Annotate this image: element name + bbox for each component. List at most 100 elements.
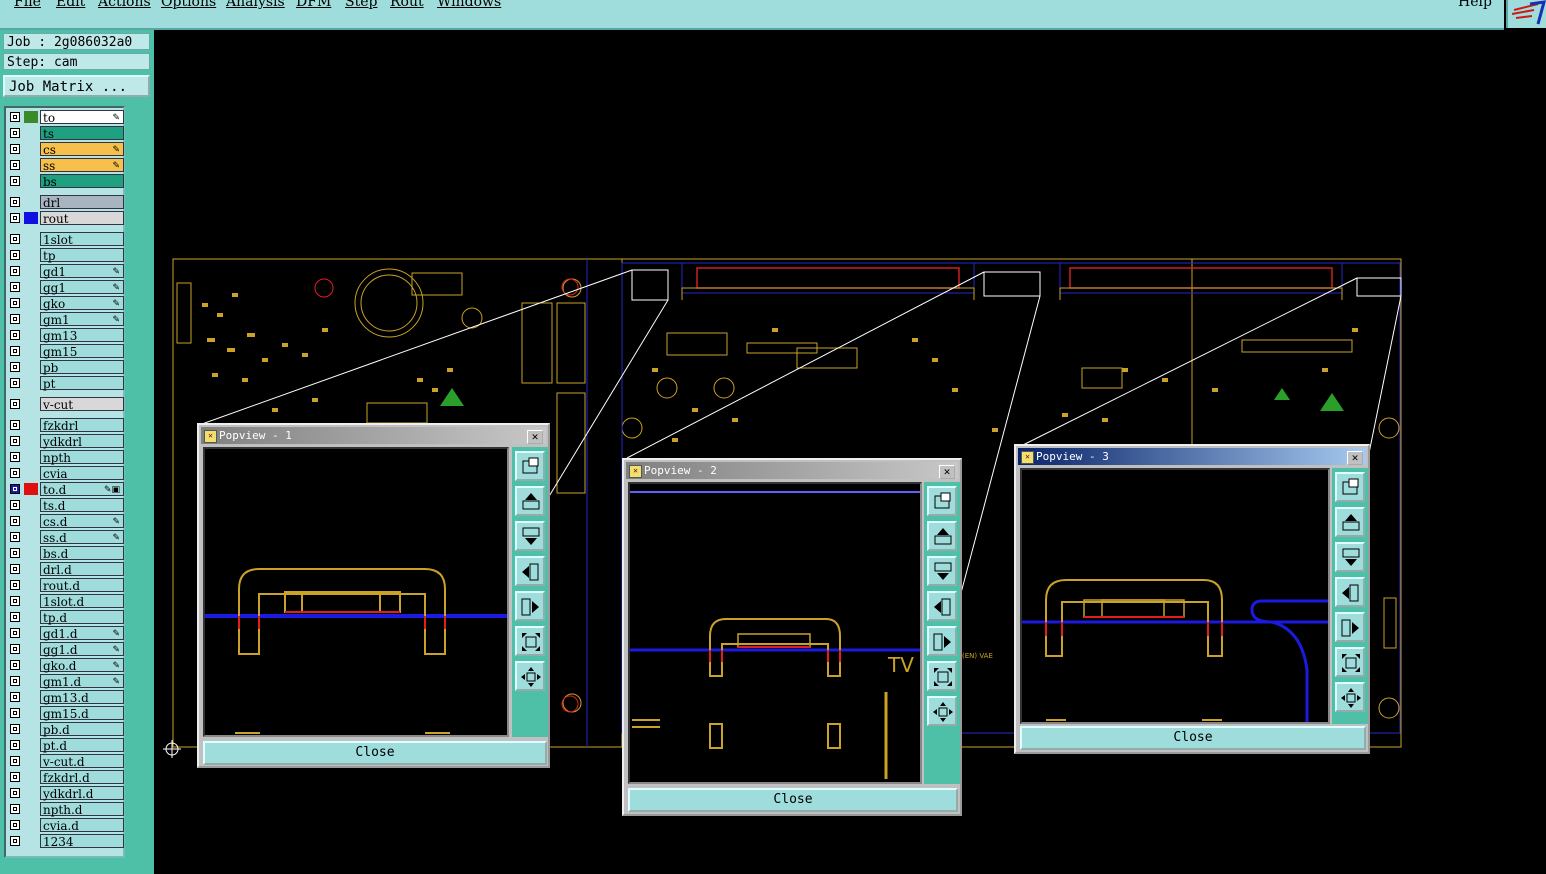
layer-name[interactable]: npth — [40, 450, 124, 465]
layer-checkbox[interactable] — [10, 500, 20, 510]
layer-row-rout[interactable]: rout — [6, 211, 124, 226]
pan-left-button[interactable] — [927, 591, 957, 621]
layer-row-tp.d[interactable]: tp.d — [6, 610, 124, 625]
layer-row-fzkdrl[interactable]: fzkdrl — [6, 418, 124, 433]
zoom-out-button[interactable] — [927, 696, 957, 726]
menu-step[interactable]: Step — [345, 0, 377, 10]
zoom-in-button[interactable] — [927, 661, 957, 691]
layer-checkbox[interactable] — [10, 644, 20, 654]
layer-checkbox[interactable] — [10, 436, 20, 446]
layer-row-pt[interactable]: pt — [6, 376, 124, 391]
menu-dfm[interactable]: DFM — [296, 0, 331, 10]
layer-name[interactable]: gg1.d ✎ — [40, 642, 124, 657]
layer-name[interactable]: cvia — [40, 466, 124, 481]
layer-name[interactable]: 1slot.d — [40, 594, 124, 609]
pan-right-button[interactable] — [515, 591, 545, 621]
layer-row-gko.d[interactable]: gko.d ✎ — [6, 658, 124, 673]
layer-row-drl[interactable]: drl — [6, 195, 124, 210]
layer-row-gko[interactable]: gko ✎ — [6, 296, 124, 311]
layer-name[interactable]: gko.d ✎ — [40, 658, 124, 673]
layer-checkbox[interactable] — [10, 282, 20, 292]
layer-row-cvia.d[interactable]: cvia.d — [6, 818, 124, 833]
layer-name[interactable]: fzkdrl.d — [40, 770, 124, 785]
layer-name[interactable]: cvia.d — [40, 818, 124, 833]
layer-checkbox[interactable] — [10, 660, 20, 670]
layer-name[interactable]: to ✎ — [40, 110, 124, 125]
layer-row-gm13.d[interactable]: gm13.d — [6, 690, 124, 705]
popview-3-canvas[interactable] — [1020, 468, 1330, 724]
layer-checkbox[interactable] — [10, 836, 20, 846]
pan-left-button[interactable] — [1335, 577, 1365, 607]
pan-left-button[interactable] — [515, 556, 545, 586]
layer-checkbox[interactable] — [10, 112, 20, 122]
layer-name[interactable]: pb.d — [40, 722, 124, 737]
layer-checkbox[interactable] — [10, 266, 20, 276]
popview-2-titlebar[interactable]: ✕ Popview - 2 ✕ — [626, 462, 958, 479]
layer-row-tp[interactable]: tp — [6, 248, 124, 263]
pan-up-button[interactable] — [515, 486, 545, 516]
layer-row-rout.d[interactable]: rout.d — [6, 578, 124, 593]
layer-name[interactable]: pt.d — [40, 738, 124, 753]
layer-name[interactable]: gm1.d ✎ — [40, 674, 124, 689]
layer-row-gg1.d[interactable]: gg1.d ✎ — [6, 642, 124, 657]
layer-row-gm15[interactable]: gm15 — [6, 344, 124, 359]
layer-row-gm1[interactable]: gm1 ✎ — [6, 312, 124, 327]
layer-name[interactable]: npth.d — [40, 802, 124, 817]
layer-row-bs.d[interactable]: bs.d — [6, 546, 124, 561]
layer-name[interactable]: tp — [40, 248, 124, 263]
zoom-window-button[interactable] — [515, 451, 545, 481]
layer-name[interactable]: gg1 ✎ — [40, 280, 124, 295]
layer-name[interactable]: rout — [40, 211, 124, 226]
layer-checkbox[interactable] — [10, 176, 20, 186]
layer-name[interactable]: ss ✎ — [40, 158, 124, 173]
layer-checkbox[interactable] — [10, 314, 20, 324]
layer-name[interactable]: gm1 ✎ — [40, 312, 124, 327]
layer-checkbox[interactable] — [10, 532, 20, 542]
layer-checkbox[interactable] — [10, 250, 20, 260]
layer-name[interactable]: gm13 — [40, 328, 124, 343]
popview-3-close-button[interactable]: Close — [1020, 726, 1366, 750]
layer-name[interactable]: gm15.d — [40, 706, 124, 721]
layer-checkbox[interactable] — [10, 484, 20, 494]
layer-row-npth[interactable]: npth — [6, 450, 124, 465]
popview-1-titlebar[interactable]: ✕ Popview - 1 ✕ — [201, 427, 546, 444]
layer-checkbox[interactable] — [10, 724, 20, 734]
layer-checkbox[interactable] — [10, 420, 20, 430]
menu-options[interactable]: Options — [161, 0, 216, 10]
layer-checkbox[interactable] — [10, 346, 20, 356]
layer-checkbox[interactable] — [10, 330, 20, 340]
layer-checkbox[interactable] — [10, 160, 20, 170]
layer-checkbox[interactable] — [10, 596, 20, 606]
layer-name[interactable]: tp.d — [40, 610, 124, 625]
zoom-out-button[interactable] — [1335, 682, 1365, 712]
layer-checkbox[interactable] — [10, 692, 20, 702]
layer-name[interactable]: pt — [40, 376, 124, 391]
layer-checkbox[interactable] — [10, 628, 20, 638]
layer-row-gg1[interactable]: gg1 ✎ — [6, 280, 124, 295]
layer-checkbox[interactable] — [10, 740, 20, 750]
layer-name[interactable]: v-cut.d — [40, 754, 124, 769]
layer-row-gm13[interactable]: gm13 — [6, 328, 124, 343]
layer-row-cs[interactable]: cs ✎ — [6, 142, 124, 157]
pan-down-button[interactable] — [927, 556, 957, 586]
layer-checkbox[interactable] — [10, 804, 20, 814]
layer-row-fzkdrl.d[interactable]: fzkdrl.d — [6, 770, 124, 785]
menu-analysis[interactable]: Analysis — [226, 0, 285, 10]
layer-row-1234[interactable]: 1234 — [6, 834, 124, 849]
layer-checkbox[interactable] — [10, 708, 20, 718]
layer-name[interactable]: bs — [40, 174, 124, 189]
layer-name[interactable]: to.d ✎▣ — [40, 482, 124, 497]
layer-name[interactable]: bs.d — [40, 546, 124, 561]
layer-name[interactable]: gm15 — [40, 344, 124, 359]
popview-3-close-icon[interactable]: ✕ — [1347, 451, 1363, 465]
menu-help[interactable]: Help — [1458, 0, 1492, 10]
layer-row-gd1[interactable]: gd1 ✎ — [6, 264, 124, 279]
layer-row-to.d[interactable]: to.d ✎▣ — [6, 482, 124, 497]
layer-name[interactable]: drl — [40, 195, 124, 210]
layer-row-pb.d[interactable]: pb.d — [6, 722, 124, 737]
layer-name[interactable]: cs ✎ — [40, 142, 124, 157]
layer-checkbox[interactable] — [10, 378, 20, 388]
layer-checkbox[interactable] — [10, 128, 20, 138]
layer-row-pb[interactable]: pb — [6, 360, 124, 375]
layer-checkbox[interactable] — [10, 399, 20, 409]
